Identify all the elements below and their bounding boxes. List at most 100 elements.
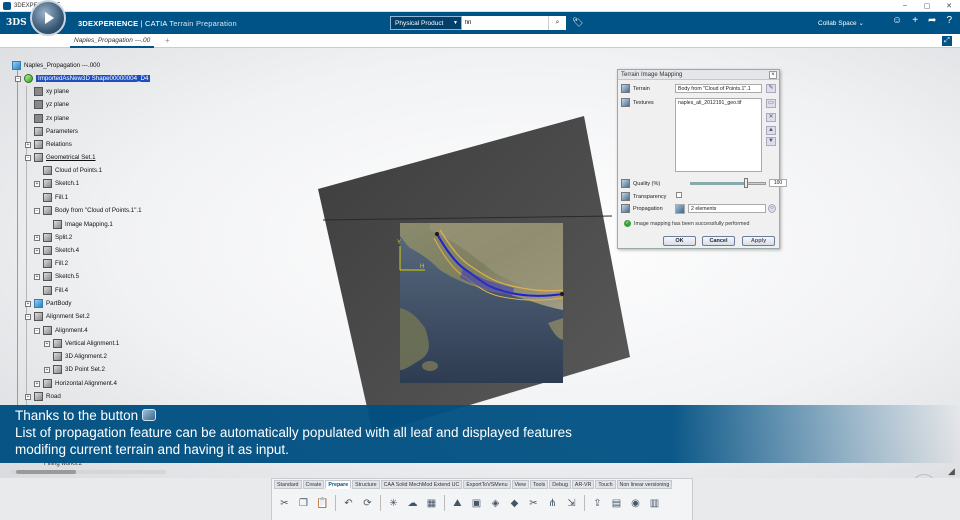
- propagation-clear-icon[interactable]: ○: [768, 204, 776, 213]
- action-tab-prepare[interactable]: Prepare: [325, 480, 352, 489]
- propagation-field[interactable]: 2 elements: [688, 204, 766, 213]
- transparency-checkbox[interactable]: [676, 192, 682, 198]
- resize-grip-icon[interactable]: ◢: [948, 466, 955, 477]
- dialog-title-bar[interactable]: Terrain Image Mapping ×: [618, 70, 779, 80]
- maximize-button[interactable]: ▢: [916, 2, 938, 10]
- expand-plus-icon[interactable]: +: [34, 273, 40, 280]
- collapse-icon[interactable]: −: [25, 154, 31, 161]
- cloud-icon[interactable]: ☁: [404, 495, 421, 512]
- tree-item-yz-plane[interactable]: yz plane: [34, 99, 69, 110]
- tree-item-fill-2[interactable]: Fill.2: [43, 258, 68, 269]
- propagation-button[interactable]: [675, 204, 685, 214]
- tree-item-sketch-4[interactable]: + Sketch.4: [34, 245, 79, 256]
- action-tab-non-linear-versioning[interactable]: Non linear versioning: [616, 480, 673, 489]
- tree-item-horizontal-alignment[interactable]: + Horizontal Alignment.4: [34, 378, 117, 389]
- tree-item-sketch-1[interactable]: + Sketch.1: [34, 178, 79, 189]
- user-icon[interactable]: ☺: [892, 15, 902, 26]
- close-icon[interactable]: ×: [769, 70, 777, 79]
- tree-item-imported-shape[interactable]: − ImportedAsNew3D Shape00000004_D4: [15, 73, 151, 84]
- terrain-field[interactable]: Body from "Cloud of Points.1".1: [675, 84, 762, 93]
- share-icon[interactable]: ➦: [928, 15, 936, 26]
- ok-button[interactable]: OK: [663, 236, 696, 246]
- add-tab-button[interactable]: +: [165, 36, 170, 45]
- move-up-icon[interactable]: ▲: [766, 126, 776, 135]
- action-tab-standard[interactable]: Standard: [274, 480, 302, 489]
- close-window-button[interactable]: ✕: [938, 2, 960, 10]
- compass-widget[interactable]: [30, 0, 66, 36]
- action-tab-ar-vr[interactable]: AR-VR: [571, 480, 595, 489]
- apply-button[interactable]: Apply: [742, 236, 775, 246]
- terrain-icon[interactable]: ⛰: [449, 495, 466, 512]
- update-icon[interactable]: ⟳: [359, 495, 376, 512]
- export-icon[interactable]: ⇪: [589, 495, 606, 512]
- tree-item-parameters[interactable]: Parameters: [34, 126, 78, 137]
- expand-plus-icon[interactable]: +: [34, 380, 40, 387]
- action-tab-view[interactable]: View: [511, 480, 529, 489]
- tree-root[interactable]: Naples_Propagation ---.000: [12, 60, 100, 71]
- trim-icon[interactable]: ⋔: [544, 495, 561, 512]
- action-tab-exporttovsmenu[interactable]: ExportToVSMenu: [463, 480, 511, 489]
- action-tab-caa-solid-mechmod-extend-uc[interactable]: CAA Solid MechMod Extend UC: [380, 480, 463, 489]
- tree-item-image-mapping[interactable]: Image Mapping.1: [53, 219, 113, 230]
- action-tab-structure[interactable]: Structure: [352, 480, 380, 489]
- grid-icon[interactable]: ▤: [608, 495, 625, 512]
- tree-item-zx-plane[interactable]: zx plane: [34, 113, 69, 124]
- tree-item-road[interactable]: + Road: [25, 391, 61, 402]
- tree-item-sketch-5[interactable]: + Sketch.5: [34, 271, 79, 282]
- textures-list[interactable]: naples_ali_2012191_geo.tif: [675, 98, 762, 172]
- collab-space-selector[interactable]: Collab Space ⌄: [818, 19, 864, 27]
- expand-plus-icon[interactable]: +: [44, 366, 50, 373]
- search-input[interactable]: [462, 16, 548, 30]
- expand-icon[interactable]: ⤢: [942, 36, 952, 46]
- cancel-button[interactable]: Cancel: [702, 236, 735, 246]
- tree-scrollbar-thumb[interactable]: [16, 470, 76, 474]
- paste-icon[interactable]: 📋: [314, 495, 331, 512]
- tree-item-split-2[interactable]: + Split.2: [34, 232, 72, 243]
- action-tab-tools[interactable]: Tools: [529, 480, 549, 489]
- terrain-select-button[interactable]: ✎: [766, 84, 776, 93]
- tree-item-alignment-4[interactable]: − Alignment.4: [34, 325, 88, 336]
- undo-icon[interactable]: ↶: [340, 495, 357, 512]
- search-icon[interactable]: ⌕: [548, 16, 566, 30]
- move-down-icon[interactable]: ▼: [766, 137, 776, 146]
- remove-icon[interactable]: ✕: [766, 113, 776, 122]
- alignment-point[interactable]: [560, 292, 564, 296]
- tree-item-alignment-set[interactable]: − Alignment Set.2: [25, 311, 90, 322]
- search-scope-dropdown[interactable]: Physical Product ▼: [390, 16, 462, 30]
- tree-item-xy-plane[interactable]: xy plane: [34, 86, 69, 97]
- tree-item-fill-1[interactable]: Fill.1: [43, 192, 68, 203]
- section-icon[interactable]: ▥: [646, 495, 663, 512]
- offset-icon[interactable]: ⇲: [563, 495, 580, 512]
- shape-icon[interactable]: ◆: [506, 495, 523, 512]
- expand-plus-icon[interactable]: +: [25, 141, 31, 148]
- expand-plus-icon[interactable]: +: [34, 234, 40, 241]
- tree-item-3d-alignment[interactable]: 3D Alignment.2: [53, 351, 107, 362]
- analysis-icon[interactable]: ◉: [627, 495, 644, 512]
- tree-item-partbody[interactable]: + PartBody: [25, 298, 71, 309]
- collapse-icon[interactable]: −: [15, 75, 21, 82]
- add-icon[interactable]: +: [912, 15, 918, 26]
- point-icon[interactable]: ✳: [385, 495, 402, 512]
- help-icon[interactable]: ?: [946, 15, 952, 26]
- tree-item-body-from-cloud[interactable]: − Body from "Cloud of Points.1".1: [34, 205, 142, 216]
- open-folder-icon[interactable]: ▭: [766, 99, 776, 108]
- action-tab-touch[interactable]: Touch: [595, 480, 616, 489]
- tab-naples-propagation[interactable]: Naples_Propagation ---.00: [70, 35, 155, 48]
- mesh-icon[interactable]: ▦: [423, 495, 440, 512]
- tree-item-vertical-alignment[interactable]: + Vertical Alignment.1: [44, 338, 119, 349]
- expand-plus-icon[interactable]: +: [34, 247, 40, 254]
- cut-icon[interactable]: ✂: [276, 495, 293, 512]
- quality-slider-handle[interactable]: [744, 178, 748, 188]
- tree-item-geometrical-set[interactable]: − Geometrical Set.1: [25, 152, 96, 163]
- tag-icon[interactable]: 🏷: [572, 17, 583, 28]
- tree-item-cloud-of-points[interactable]: Cloud of Points.1: [43, 165, 102, 176]
- tree-item-fill-4[interactable]: Fill.4: [43, 285, 68, 296]
- expand-plus-icon[interactable]: +: [25, 300, 31, 307]
- quality-value-field[interactable]: 100: [769, 179, 787, 187]
- copy-icon[interactable]: ❐: [295, 495, 312, 512]
- ds-logo[interactable]: 3DS: [6, 18, 27, 28]
- minimize-button[interactable]: –: [894, 2, 916, 10]
- fill-icon[interactable]: ◈: [487, 495, 504, 512]
- collapse-icon[interactable]: −: [25, 313, 31, 320]
- action-tab-debug[interactable]: Debug: [549, 480, 571, 489]
